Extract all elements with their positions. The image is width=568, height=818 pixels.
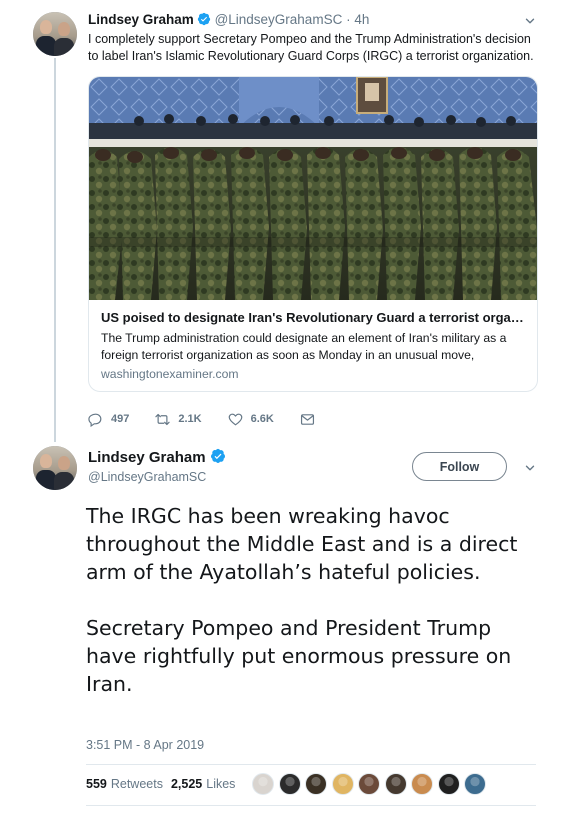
card-image	[89, 77, 537, 300]
card-description: The Trump administration could designate…	[101, 331, 507, 362]
liker-avatar[interactable]	[411, 773, 433, 795]
author-handle[interactable]: @LindseyGrahamSC	[88, 470, 206, 484]
tweet-timestamp[interactable]: 3:51 PM - 8 Apr 2019	[86, 738, 204, 752]
link-card[interactable]: US poised to designate Iran's Revolution…	[88, 76, 538, 392]
header-separator: ·	[346, 12, 351, 27]
divider	[86, 764, 536, 765]
liker-avatar[interactable]	[464, 773, 486, 795]
direct-message-button[interactable]	[300, 412, 323, 427]
verified-badge-icon	[210, 448, 225, 464]
tweet-text: The IRGC has been wreaking havoc through…	[86, 502, 546, 698]
liker-avatar[interactable]	[278, 773, 301, 795]
retweet-icon	[155, 413, 171, 425]
likes-count[interactable]: 2,525	[171, 777, 202, 791]
retweet-count: 2.1K	[178, 413, 202, 425]
liker-avatar[interactable]	[358, 773, 380, 795]
retweets-count[interactable]: 559	[86, 777, 107, 791]
likes-label[interactable]: Likes	[206, 777, 235, 791]
retweet-button[interactable]: 2.1K	[155, 412, 202, 427]
verified-badge-icon	[197, 12, 210, 26]
reply-button[interactable]: 497	[88, 412, 129, 427]
card-domain[interactable]: washingtonexaminer.com	[101, 367, 239, 381]
liker-avatars	[252, 773, 491, 797]
author-name-line: Lindsey Graham	[88, 448, 226, 466]
author-avatar[interactable]	[33, 446, 77, 490]
tweet-stats: 559 Retweets 2,525 Likes	[86, 777, 243, 791]
author-name[interactable]: Lindsey Graham	[88, 12, 194, 27]
liker-avatar[interactable]	[384, 773, 407, 795]
tweet-paragraph: The IRGC has been wreaking havoc through…	[86, 504, 518, 584]
reply-count: 497	[111, 413, 130, 425]
like-button[interactable]: 6.6K	[228, 412, 274, 427]
tweet-header: Lindsey Graham @LindseyGrahamSC · 4h	[88, 11, 369, 29]
heart-icon	[228, 413, 242, 425]
divider	[86, 805, 536, 806]
author-avatar[interactable]	[33, 12, 77, 56]
author-name[interactable]: Lindsey Graham	[88, 449, 206, 466]
liker-avatar[interactable]	[331, 773, 354, 795]
chevron-down-icon[interactable]	[523, 14, 537, 28]
reply-icon	[88, 413, 102, 427]
tweet-text: I completely support Secretary Pompeo an…	[88, 32, 534, 63]
liker-avatar[interactable]	[252, 773, 274, 795]
follow-button[interactable]: Follow	[412, 452, 507, 481]
tweet-paragraph: Secretary Pompeo and President Trump hav…	[86, 616, 512, 696]
author-handle[interactable]: @LindseyGrahamSC	[215, 12, 343, 27]
tweet-1[interactable]: Lindsey Graham @LindseyGrahamSC · 4h I c…	[0, 0, 568, 440]
tweet-time[interactable]: 4h	[354, 12, 369, 27]
card-title[interactable]: US poised to designate Iran's Revolution…	[101, 309, 527, 326]
envelope-icon	[300, 413, 314, 425]
like-count: 6.6K	[250, 413, 274, 425]
chevron-down-icon[interactable]	[523, 461, 537, 475]
retweets-label[interactable]: Retweets	[111, 777, 163, 791]
liker-avatar[interactable]	[305, 773, 327, 795]
tweet-actions: 497 2.1K 6.6K	[88, 410, 349, 428]
liker-avatar[interactable]	[437, 773, 460, 795]
